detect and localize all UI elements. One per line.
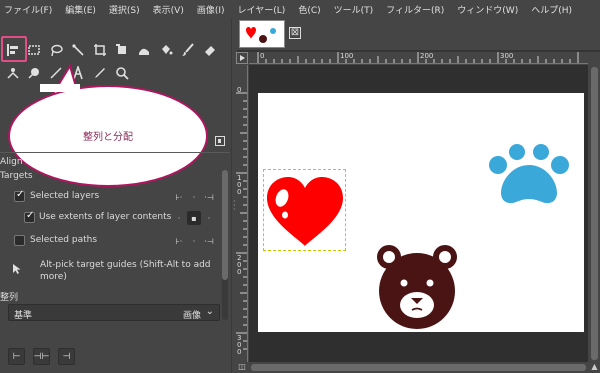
menu-file[interactable]: ファイル(F) xyxy=(4,3,52,16)
callout-text: 整列と分配 xyxy=(83,132,133,143)
pointer-icon xyxy=(13,264,21,274)
extent-mode-c-icon[interactable]: · xyxy=(202,211,216,225)
bear-face-icon[interactable] xyxy=(374,243,460,331)
horizontal-ruler[interactable]: 0 100 200 300 xyxy=(249,52,588,64)
path-mode-a-icon[interactable]: ⊦· xyxy=(172,234,186,248)
vertical-canvas-scroll-thumb[interactable] xyxy=(591,67,598,360)
rect-select-icon xyxy=(28,45,40,55)
thumbnail-preview xyxy=(246,27,276,43)
menu-view[interactable]: 表示(V) xyxy=(153,3,184,16)
menu-windows[interactable]: ウィンドウ(W) xyxy=(457,3,518,16)
warp-icon xyxy=(139,48,149,55)
brush-icon xyxy=(182,43,194,56)
eraser-tool[interactable] xyxy=(200,40,220,60)
bucket-icon xyxy=(162,45,173,55)
clone-icon xyxy=(7,68,19,79)
reference-value: 画像 xyxy=(182,311,201,321)
lasso-icon xyxy=(51,44,63,57)
canvas-corner-tl xyxy=(257,92,263,98)
paintbrush-tool[interactable] xyxy=(178,40,198,60)
horizontal-ruler-ticks xyxy=(257,52,579,63)
tool-options-title: Align xyxy=(0,157,23,167)
eraser-icon xyxy=(205,46,215,56)
extent-mode-a-icon[interactable]: · xyxy=(172,211,186,225)
selected-layers-label: Selected layers xyxy=(30,191,100,201)
align-right-button[interactable]: ⊣ xyxy=(58,348,75,365)
target-mode-b-icon[interactable]: · xyxy=(187,190,201,204)
vertical-ruler-ticks xyxy=(236,92,247,350)
unified-transform-tool[interactable] xyxy=(112,40,132,60)
target-mode-a-icon[interactable]: ⊦· xyxy=(172,190,186,204)
reference-combo[interactable]: 基準 画像 ⌄ xyxy=(8,304,220,321)
menu-tools[interactable]: ツール(T) xyxy=(334,3,374,16)
menu-filters[interactable]: フィルター(R) xyxy=(386,3,444,16)
targets-heading: Targets xyxy=(0,171,33,181)
heart-icon[interactable] xyxy=(265,176,345,248)
hruler-label-0: 0 xyxy=(260,52,265,60)
hruler-label-100: 100 xyxy=(340,52,354,60)
canvas-corner-br xyxy=(579,327,585,333)
menu-layer[interactable]: レイヤー(L) xyxy=(238,3,286,16)
wand-icon xyxy=(72,44,84,56)
crop-tool[interactable] xyxy=(90,40,110,60)
bucket-fill-tool[interactable] xyxy=(156,40,176,60)
alt-pick-description: Alt-pick target guides (Shift-Alt to add… xyxy=(40,260,211,282)
vertical-ruler[interactable]: 0 1 0 0 2 0 0 3 0 0 xyxy=(236,65,248,362)
warp-tool[interactable] xyxy=(134,40,154,60)
gimp-window: ファイル(F) 編集(E) 選択(S) 表示(V) 画像(I) レイヤー(L) … xyxy=(0,0,600,373)
transform-icon xyxy=(116,44,126,54)
horizontal-canvas-scroll-thumb[interactable] xyxy=(251,364,586,371)
vruler-label-300: 3 0 0 xyxy=(237,334,242,356)
menu-image[interactable]: 画像(I) xyxy=(197,3,225,16)
zoom-icon xyxy=(116,67,129,80)
vruler-label-100: 1 0 0 xyxy=(237,174,242,196)
menubar: ファイル(F) 編集(E) 選択(S) 表示(V) 画像(I) レイヤー(L) … xyxy=(0,0,600,18)
tool-options-separator xyxy=(0,152,230,162)
menu-colors[interactable]: 色(C) xyxy=(298,3,320,16)
clone-tool[interactable] xyxy=(3,63,23,83)
rect-select-tool[interactable] xyxy=(24,40,44,60)
vruler-label-0: 0 xyxy=(237,86,242,94)
canvas-corner-tr xyxy=(579,92,585,98)
use-extents-label: Use extents of layer contents xyxy=(39,212,172,222)
canvas-corner-bl xyxy=(257,327,263,333)
quick-mask-toggle[interactable] xyxy=(236,52,248,64)
extent-mode-b-icon[interactable]: ▪ xyxy=(187,211,201,225)
path-mode-b-icon[interactable]: · xyxy=(187,234,201,248)
crop-icon xyxy=(94,44,106,56)
use-extents-checkbox[interactable] xyxy=(24,210,35,223)
dock-separator xyxy=(231,18,232,373)
selected-paths-label: Selected paths xyxy=(30,235,98,245)
vertical-canvas-scrollbar[interactable] xyxy=(589,65,600,362)
pane-menu-button[interactable] xyxy=(215,136,225,146)
align-left-button[interactable]: ⊢ xyxy=(8,348,25,365)
menu-select[interactable]: 選択(S) xyxy=(109,3,140,16)
vruler-label-200: 2 0 0 xyxy=(237,254,242,276)
align-hcenter-button[interactable]: ⊣⊢ xyxy=(33,348,50,365)
hruler-label-300: 300 xyxy=(500,52,514,60)
chevron-down-icon: ⌄ xyxy=(205,306,214,317)
lasso-tool[interactable] xyxy=(46,40,66,60)
reference-label: 基準 xyxy=(14,311,33,321)
menu-help[interactable]: ヘルプ(H) xyxy=(531,3,572,16)
path-mode-c-icon[interactable]: ·⊣ xyxy=(202,234,216,248)
zoom-tool[interactable] xyxy=(112,63,132,83)
menu-edit[interactable]: 編集(E) xyxy=(65,3,96,16)
selected-layers-checkbox[interactable] xyxy=(14,189,25,202)
image-canvas[interactable] xyxy=(257,92,585,333)
tool-options-scrollbar[interactable] xyxy=(222,170,228,320)
pointer-info-icon[interactable]: ◫ xyxy=(236,362,248,373)
align-heading: 整列 xyxy=(0,293,19,303)
close-image-tab-icon[interactable]: ⊠ xyxy=(289,27,301,39)
navigate-icon[interactable]: ▲ xyxy=(589,362,600,373)
horizontal-canvas-scrollbar[interactable] xyxy=(249,362,588,373)
callout-tail-cover xyxy=(40,84,80,92)
paw-print-icon[interactable] xyxy=(487,144,573,206)
hruler-label-200: 200 xyxy=(420,52,434,60)
selected-paths-checkbox[interactable] xyxy=(14,235,25,246)
image-tab-thumbnail[interactable] xyxy=(239,20,285,48)
fuzzy-select-tool[interactable] xyxy=(68,40,88,60)
scroll-thumb[interactable] xyxy=(222,170,228,280)
target-mode-c-icon[interactable]: ·⊣ xyxy=(202,190,216,204)
